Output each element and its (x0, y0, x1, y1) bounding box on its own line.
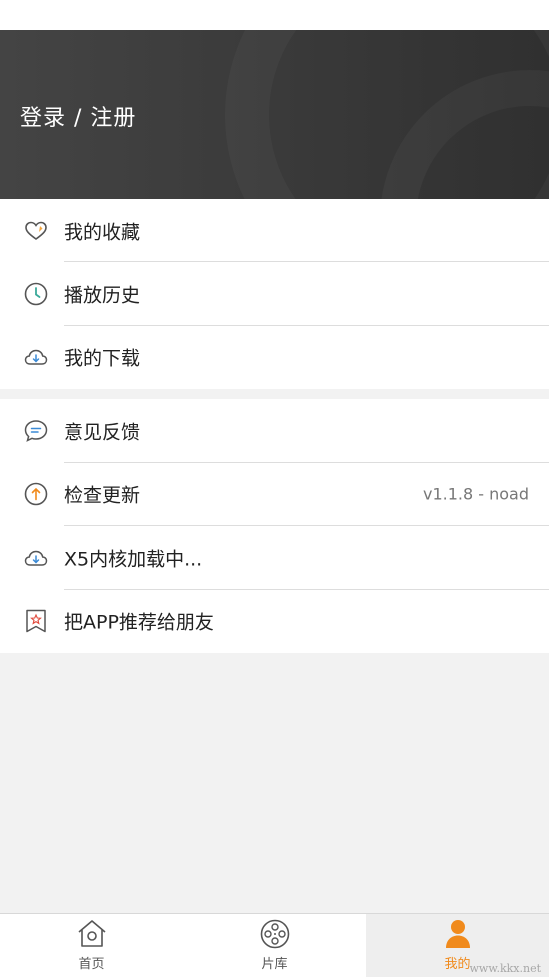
version-text: v1.1.8 - noad (422, 484, 529, 504)
tab-label: 首页 (78, 957, 105, 972)
menu-item-label: 我的下载 (64, 347, 141, 370)
menu-item-label: 我的收藏 (64, 221, 141, 244)
arrow-up-circle-icon (24, 482, 48, 506)
menu-group-app: 意见反馈 检查更新 v1.1.8 - noad X5内核加载中... 把APP推… (0, 399, 549, 653)
tab-mine[interactable]: 我的 www.kkx.net (366, 914, 549, 977)
menu-item-check-update[interactable]: 检查更新 v1.1.8 - noad (0, 463, 549, 526)
menu-item-downloads[interactable]: 我的下载 (0, 326, 549, 389)
cloud-download-icon (24, 349, 48, 365)
tab-label: 片库 (261, 957, 288, 972)
menu-item-history[interactable]: 播放历史 (0, 262, 549, 326)
menu-item-feedback[interactable]: 意见反馈 (0, 399, 549, 463)
menu-item-favorites[interactable]: 我的收藏 (0, 199, 549, 263)
watermark: www.kkx.net (469, 962, 541, 975)
menu-item-label: 播放历史 (64, 284, 141, 307)
menu-item-label: 检查更新 (64, 484, 141, 507)
heart-icon (25, 221, 47, 240)
film-reel-icon (260, 919, 289, 949)
bottom-navigation: 首页 片库 我的 www.kkx.net (0, 913, 549, 977)
login-register-link[interactable]: 登录 / 注册 (20, 100, 136, 132)
cloud-download-icon (24, 550, 48, 566)
menu-item-x5-kernel[interactable]: X5内核加载中... (0, 526, 549, 590)
menu-group-personal: 我的收藏 播放历史 我的下载 (0, 199, 549, 389)
tab-home[interactable]: 首页 (0, 914, 183, 977)
tab-label: 我的 (444, 957, 471, 972)
user-icon (445, 920, 470, 948)
status-bar (0, 0, 549, 30)
home-icon (77, 920, 106, 947)
menu-item-share-app[interactable]: 把APP推荐给朋友 (0, 590, 549, 654)
menu-item-label: 意见反馈 (64, 421, 141, 444)
menu-item-label: X5内核加载中... (64, 548, 203, 571)
chat-bubble-icon (24, 419, 48, 442)
menu-item-label: 把APP推荐给朋友 (64, 611, 214, 634)
profile-header[interactable]: 登录 / 注册 (0, 30, 549, 199)
bookmark-star-icon (26, 610, 46, 633)
tab-library[interactable]: 片库 (183, 914, 366, 977)
clock-icon (24, 282, 48, 306)
